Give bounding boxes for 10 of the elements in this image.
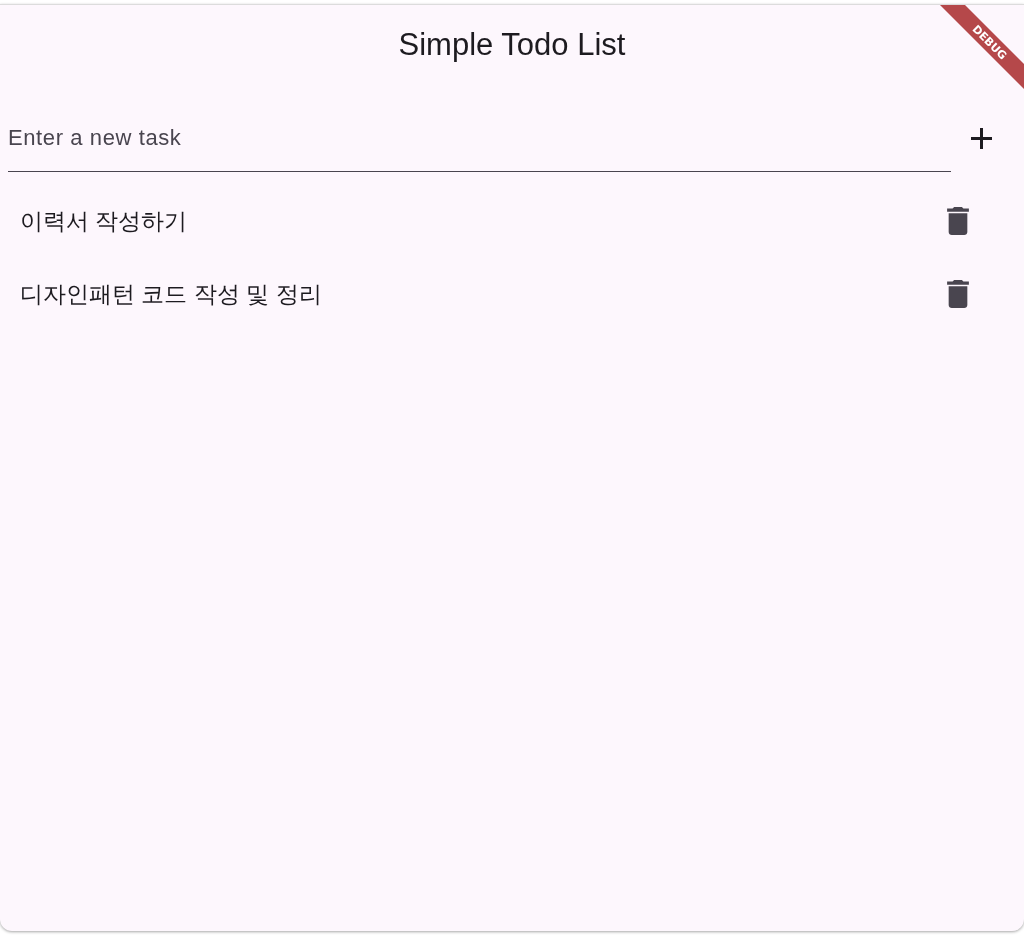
trash-icon <box>947 279 969 308</box>
task-input[interactable]: Enter a new task <box>8 105 951 172</box>
task-title: 디자인패턴 코드 작성 및 정리 <box>20 279 323 309</box>
task-title: 이력서 작성하기 <box>20 206 189 236</box>
delete-button[interactable] <box>947 279 969 308</box>
app-title: Simple Todo List <box>398 26 626 64</box>
delete-button[interactable] <box>947 206 969 235</box>
trash-icon <box>947 206 969 235</box>
plus-icon <box>971 128 992 149</box>
add-button[interactable] <box>971 128 992 149</box>
